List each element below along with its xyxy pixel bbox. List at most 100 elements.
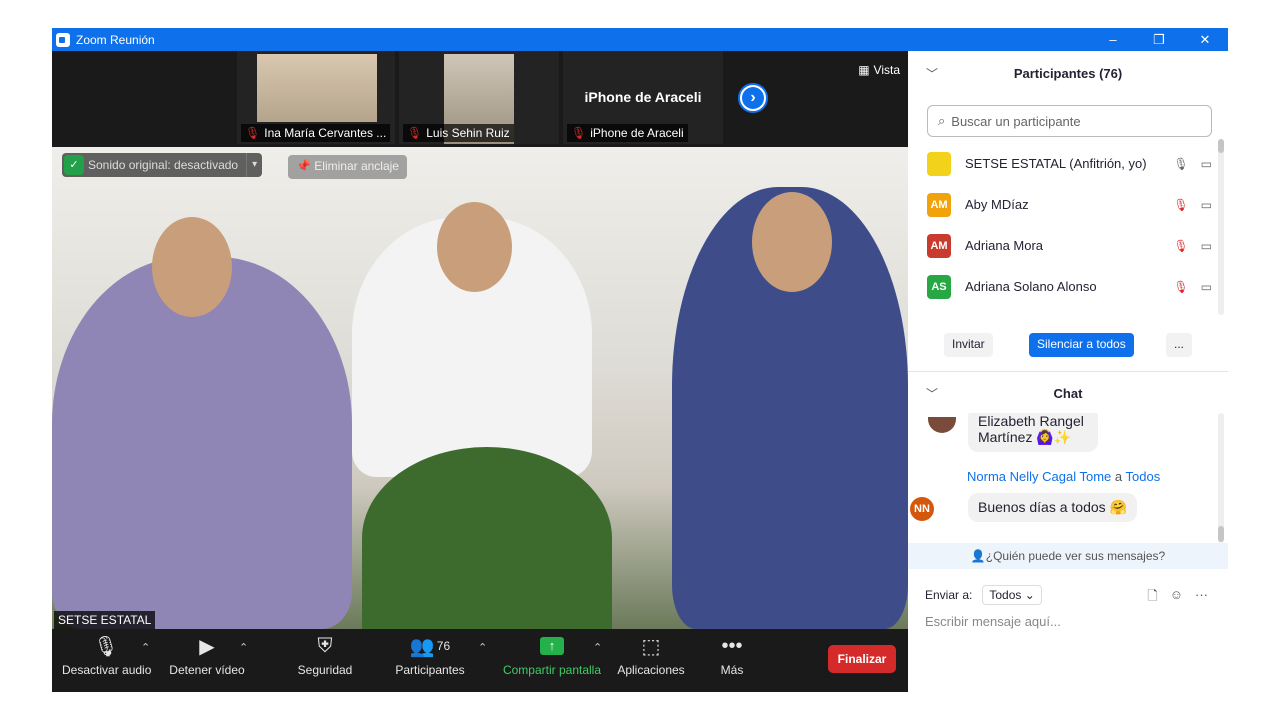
meeting-area: 🎙 Ina María Cervantes ... 🎙 Luis Sehin Rui… <box>52 51 908 692</box>
participant-video <box>257 54 377 122</box>
minimize-button[interactable]: – <box>1090 32 1136 47</box>
video-label: Detener vídeo <box>169 663 245 677</box>
original-sound-toggle[interactable]: ✓ Sonido original: desactivado ▾ <box>62 153 263 177</box>
avatar: AS <box>927 274 951 299</box>
more-options-button[interactable]: ... <box>1166 333 1193 357</box>
next-page-button[interactable]: › <box>738 83 768 113</box>
mic-muted-icon: 🎙 <box>1173 238 1189 253</box>
collapse-chevron-icon[interactable]: ﹀ <box>926 65 938 82</box>
zoom-window: Zoom Reunión – ❐ ✕ 🎙 Ina María Cervantes … <box>52 28 1228 692</box>
audio-options-caret[interactable]: ⌃ <box>141 641 150 654</box>
avatar: AM <box>927 192 951 217</box>
avatar: AM <box>927 233 951 258</box>
tile-display-name: iPhone de Araceli <box>584 89 702 105</box>
apps-button[interactable]: ⬚ Aplicaciones <box>615 629 687 692</box>
tile-name: Ina María Cervantes ... <box>264 126 387 140</box>
chat-bubble: Elizabeth Rangel Martínez 🙆‍♀️✨ <box>968 413 1098 452</box>
chat-scrollbar[interactable] <box>1218 413 1224 543</box>
mic-muted-icon: 🎙 <box>245 126 261 140</box>
more-label: Más <box>720 663 744 677</box>
search-placeholder: Buscar un participante <box>951 113 1081 129</box>
camera-icon: ▭ <box>1200 156 1212 171</box>
who-can-see-link[interactable]: 👤¿Quién puede ver sus mensajes? <box>908 543 1228 569</box>
mute-label: Desactivar audio <box>62 663 152 677</box>
more-dots-icon[interactable]: ··· <box>1195 587 1208 609</box>
dropdown-icon[interactable]: ▾ <box>246 153 262 177</box>
chat-header: ﹀ Chat <box>908 373 1228 413</box>
pin-icon: 📌 <box>296 159 315 173</box>
mute-audio-button[interactable]: 🎙 Desactivar audio <box>62 629 152 692</box>
chat-bubble: Buenos días a todos 🤗 <box>968 493 1137 522</box>
more-dots-icon: ••• <box>721 634 743 657</box>
camera-icon: ▶ <box>199 635 215 658</box>
collapse-chevron-icon[interactable]: ﹀ <box>926 385 938 402</box>
microphone-icon: 🎙 <box>1173 156 1189 171</box>
unpin-button[interactable]: 📌 Eliminar anclaje <box>288 155 407 179</box>
unpin-label: Eliminar anclaje <box>314 159 399 173</box>
video-options-caret[interactable]: ⌃ <box>239 641 248 654</box>
chevron-down-icon: ⌄ <box>1024 588 1035 602</box>
participant-name: Adriana Solano Alonso <box>965 279 1097 294</box>
list-item[interactable]: AM Aby MDíaz 🎙 ▭ <box>908 184 1218 225</box>
camera-icon: ▭ <box>1200 238 1212 253</box>
participant-tile[interactable]: 🎙 Ina María Cervantes ... <box>237 51 395 144</box>
main-video[interactable]: ✓ Sonido original: desactivado ▾ 📌 Elimi… <box>52 147 908 629</box>
restore-button[interactable]: ❐ <box>1136 32 1182 48</box>
participants-label: Participantes <box>395 663 465 677</box>
participants-header: ﹀ Participantes (76) <box>908 53 1228 93</box>
end-meeting-button[interactable]: Finalizar <box>828 645 896 673</box>
recipient-value: Todos <box>989 588 1022 602</box>
file-icon[interactable]: 🗋 <box>1147 587 1157 609</box>
participant-name: Aby MDíaz <box>965 197 1029 212</box>
share-options-caret[interactable]: ⌃ <box>593 641 602 654</box>
share-screen-icon: ↑ <box>540 637 564 655</box>
person-head <box>752 192 832 292</box>
chevron-right-icon: › <box>750 89 756 106</box>
send-to-label: Enviar a: <box>925 588 973 602</box>
grid-icon: ▦ <box>858 63 870 77</box>
list-item[interactable]: SETSE ESTATAL (Anfitrión, yo) 🎙 ▭ <box>908 143 1218 184</box>
avatar <box>928 417 956 433</box>
scrollbar-thumb[interactable] <box>1218 139 1224 153</box>
participant-name: Adriana Mora <box>965 238 1044 253</box>
view-button[interactable]: ▦ Vista <box>858 63 900 77</box>
participants-scrollbar[interactable] <box>1218 139 1224 315</box>
shield-icon: ✓ <box>64 155 84 175</box>
person-head <box>152 217 232 317</box>
apps-label: Aplicaciones <box>617 663 685 677</box>
mic-muted-icon: 🎙 <box>1173 197 1189 212</box>
emoji-icon[interactable]: ☺ <box>1170 587 1183 609</box>
zoom-logo-icon <box>56 32 70 47</box>
participant-tile[interactable]: 🎙 Luis Sehin Ruiz <box>399 51 559 144</box>
divider <box>908 371 1228 372</box>
meeting-toolbar: 🎙 Desactivar audio ⌃ ▶ Detener vídeo ⌃ ⛨… <box>52 629 908 692</box>
participants-button[interactable]: 👥 76 Participantes <box>392 629 468 692</box>
video-strip: 🎙 Ina María Cervantes ... 🎙 Luis Sehin Rui… <box>52 51 908 147</box>
chat-sender-line: Norma Nelly Cagal Tome a Todos <box>967 469 1160 484</box>
video-owner-label: SETSE ESTATAL <box>54 611 156 629</box>
tile-name: iPhone de Araceli <box>590 126 684 140</box>
participant-search-input[interactable]: ⌕ Buscar un participante <box>927 105 1212 137</box>
tile-name: Luis Sehin Ruiz <box>426 126 510 140</box>
scrollbar-thumb[interactable] <box>1218 526 1224 542</box>
list-item[interactable]: AM Adriana Mora 🎙 ▭ <box>908 225 1218 266</box>
recipient-select[interactable]: Todos ⌄ <box>982 585 1042 605</box>
chat-to: a <box>1114 469 1123 484</box>
mute-all-button[interactable]: Silenciar a todos <box>1029 333 1134 357</box>
list-item[interactable]: AS Adriana Solano Alonso 🎙 ▭ <box>908 266 1218 307</box>
close-button[interactable]: ✕ <box>1182 32 1228 48</box>
chat-message-input[interactable]: Escribir mensaje aquí... <box>925 614 1061 629</box>
share-screen-button[interactable]: ↑ Compartir pantalla <box>500 629 604 692</box>
invite-button[interactable]: Invitar <box>944 333 993 357</box>
apps-icon: ⬚ <box>641 635 661 658</box>
stop-video-button[interactable]: ▶ Detener vídeo <box>168 629 246 692</box>
person-head <box>437 202 512 292</box>
more-button[interactable]: ••• Más <box>714 629 750 692</box>
mic-muted-icon: 🎙 <box>407 126 423 140</box>
participants-options-caret[interactable]: ⌃ <box>478 641 487 654</box>
avatar: NN <box>910 497 934 521</box>
security-button[interactable]: ⛨ Seguridad <box>292 629 358 692</box>
people-icon: 👥 <box>409 635 435 658</box>
participant-tile[interactable]: iPhone de Araceli 🎙 iPhone de Araceli <box>563 51 723 144</box>
participants-title: Participantes (76) <box>1013 65 1123 81</box>
